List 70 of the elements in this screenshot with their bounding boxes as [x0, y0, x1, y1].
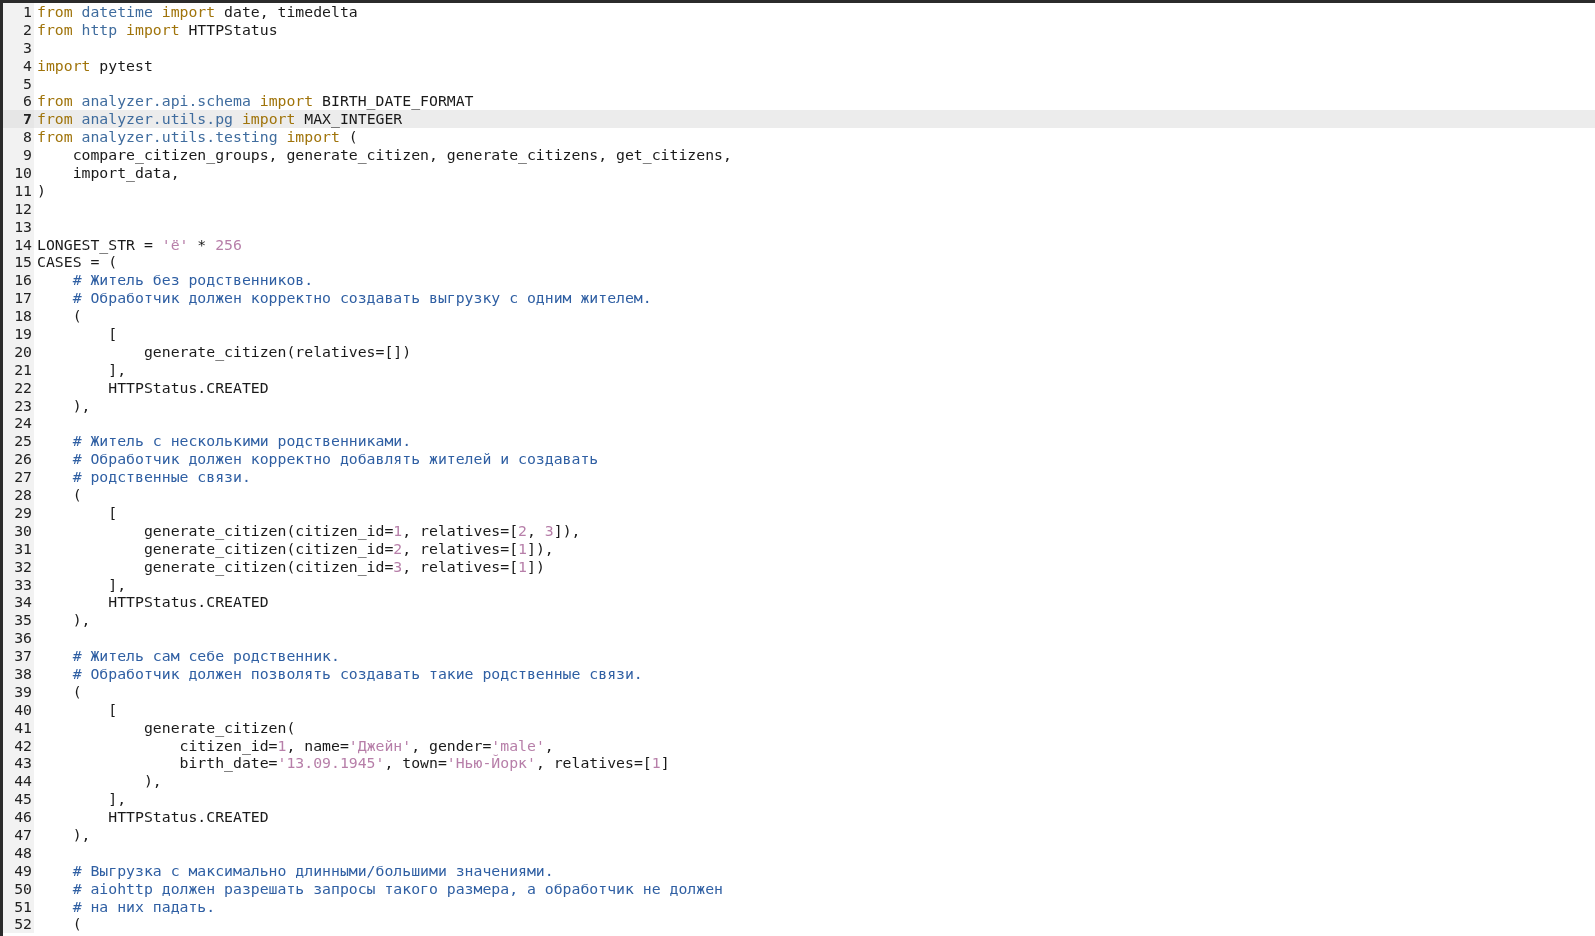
- code-line: ),: [71, 611, 91, 630]
- code-line: import pytest: [37, 56, 153, 75]
- code-line: # Житель с несколькими родственниками.: [71, 432, 412, 451]
- line-number: 16: [3, 271, 34, 290]
- line-number: 46: [3, 808, 34, 826]
- code-line: birth_date='13.09.1945', town='Нью-Йорк', relatives=[1]: [178, 754, 670, 773]
- code-line: # Обработчик должен корректно добавлять жителей и создавать: [71, 450, 599, 469]
- code-line: HTTPStatus.CREATED: [107, 378, 269, 397]
- code-line: import_data,: [71, 164, 180, 182]
- code-line: (: [71, 915, 82, 934]
- line-number: 1: [3, 3, 34, 21]
- line-number: 18: [3, 307, 34, 326]
- code-line: (: [71, 486, 82, 504]
- code-line: ],: [107, 790, 127, 809]
- code-line: (: [71, 307, 82, 326]
- code-line: [: [107, 700, 118, 719]
- code-line: # Выгрузка с максимально длинными/большими значениями.: [71, 861, 554, 880]
- code-line: HTTPStatus.CREATED: [107, 808, 269, 826]
- code-line: from analyzer.api.schema import BIRTH_DATE_FORMAT: [37, 92, 474, 111]
- line-number: 24: [3, 414, 34, 433]
- code-line: [: [107, 325, 118, 343]
- line-number: 7: [3, 110, 34, 129]
- line-number: 34: [3, 593, 34, 612]
- code-line: from datetime import date, timedelta: [37, 3, 358, 21]
- code-line: ),: [71, 825, 91, 844]
- line-number: 45: [3, 790, 34, 809]
- code-line: ),: [71, 396, 91, 415]
- code-line: [: [107, 503, 118, 522]
- code-line: generate_citizen(relatives=[]): [142, 342, 412, 361]
- line-number: 15: [3, 253, 34, 272]
- code-line: from analyzer.utils.testing import (: [37, 128, 358, 147]
- line-number: 26: [3, 450, 34, 469]
- line-number: 9: [3, 146, 34, 164]
- code-line: # Житель сам себе родственник.: [71, 647, 340, 665]
- line-number: 43: [3, 754, 34, 773]
- code-line: citizen_id=1, name='Джейн', gender='male',: [179, 736, 554, 755]
- line-number: 36: [3, 629, 34, 648]
- line-number: 6: [3, 92, 34, 111]
- line-number: 28: [3, 486, 34, 504]
- line-number: 10: [3, 164, 34, 182]
- line-number: 44: [3, 772, 34, 791]
- code-line: # Обработчик должен корректно создавать выгрузку с одним жителем.: [71, 289, 652, 308]
- code-line: HTTPStatus.CREATED: [107, 593, 269, 612]
- line-number: 19: [3, 325, 34, 343]
- code-line: (: [71, 682, 82, 701]
- code-line: # aiohttp должен разрешать запросы такого размера, а обработчик не должен: [71, 879, 723, 898]
- line-number: 37: [3, 647, 34, 665]
- code-line: generate_citizen(citizen_id=1, relatives=[2, 3]),: [142, 521, 581, 540]
- line-number: 27: [3, 468, 34, 487]
- code-line: generate_citizen(citizen_id=3, relatives=[1]): [142, 557, 545, 576]
- code-line: from analyzer.utils.pg import MAX_INTEGER: [37, 110, 403, 129]
- code-line: CASES = (: [37, 253, 118, 272]
- code-line: # Обработчик должен позволять создавать такие родственные связи.: [71, 664, 643, 683]
- code-line: # на них падать.: [71, 897, 216, 916]
- code-line: ],: [107, 360, 127, 379]
- code-line: generate_citizen(citizen_id=2, relatives=[1]),: [142, 539, 554, 558]
- code-line: from http import HTTPStatus: [37, 20, 278, 39]
- code-line: ),: [142, 772, 162, 791]
- line-number: 8: [3, 128, 34, 147]
- line-number: 52: [3, 915, 34, 934]
- code-line: # родственные связи.: [71, 468, 251, 487]
- code-line: compare_citizen_groups, generate_citizen, generate_citizens, get_citizens,: [71, 146, 732, 164]
- line-number: 25: [3, 432, 34, 451]
- code-line: ): [37, 181, 46, 200]
- code-line: generate_citizen(: [142, 718, 296, 737]
- code-line: # Житель без родственников.: [71, 271, 314, 290]
- line-number: 17: [3, 289, 34, 308]
- line-number: 35: [3, 611, 34, 630]
- code-line: ],: [107, 575, 127, 594]
- code-line: LONGEST_STR = 'ё' * 256: [37, 235, 242, 254]
